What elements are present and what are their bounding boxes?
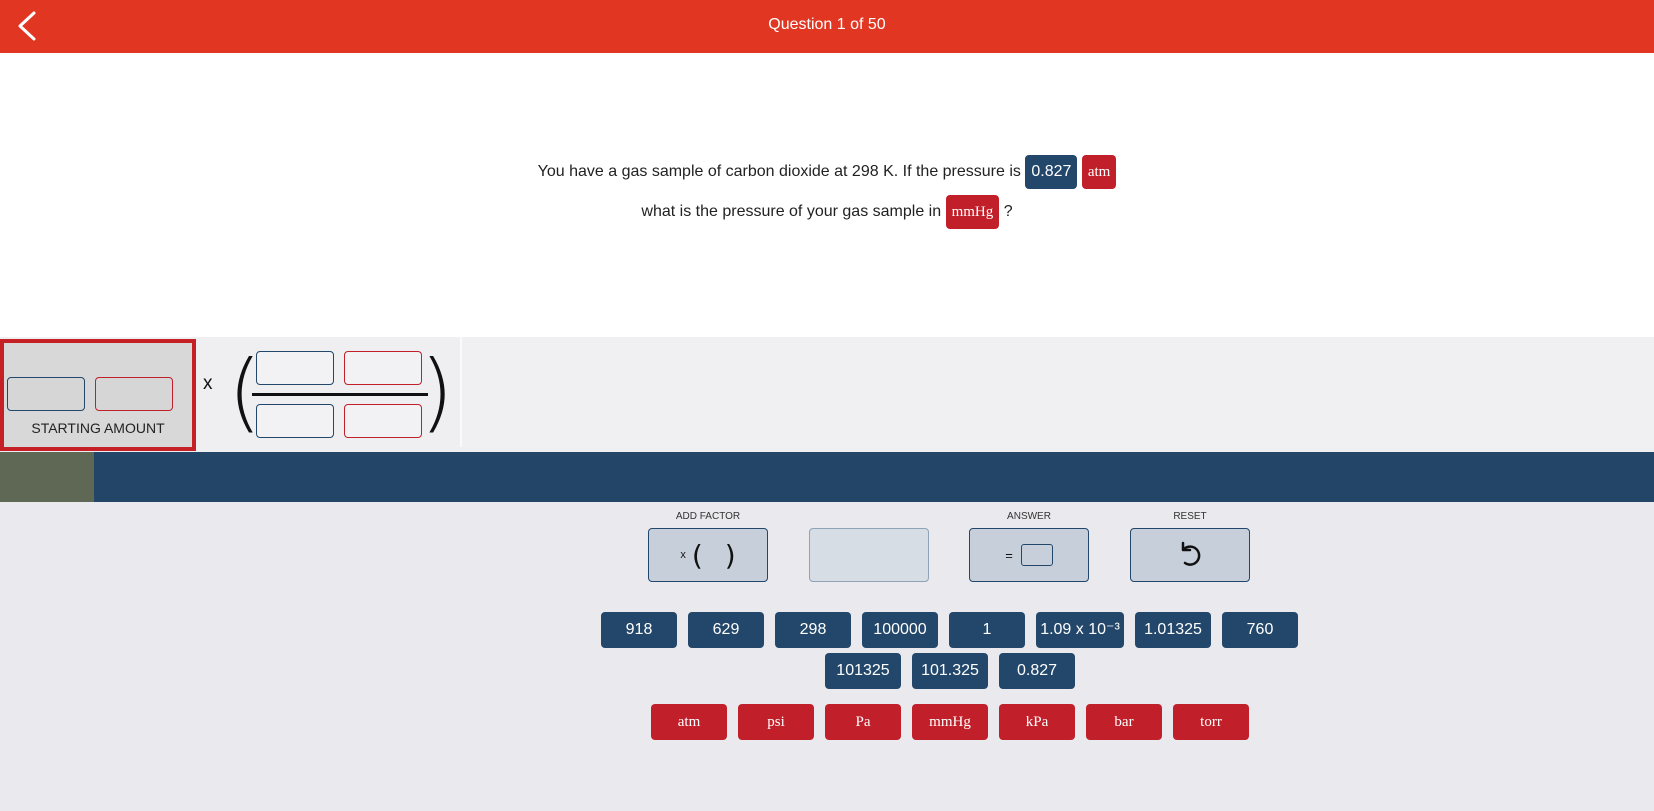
number-tile-918[interactable]: 918 [601,612,677,648]
progress-fill [0,452,95,502]
question-mark: ? [1003,203,1013,220]
undo-icon [1181,541,1201,566]
close-parenthesis: ) [420,342,454,442]
given-value-chip: 0.827 [1025,155,1078,189]
controls-panel: ADD FACTOR x ( ) ANSWER = RESET 918 629 … [0,502,1654,811]
number-tile-0-827[interactable]: 0.827 [999,653,1075,689]
add-factor-x: x [680,549,686,561]
add-factor-open: ( [691,538,703,572]
question-text-1: You have a gas sample of carbon dioxide … [537,163,1021,180]
number-tile-1-01325[interactable]: 1.01325 [1135,612,1211,648]
denominator-unit-slot[interactable] [344,404,422,438]
number-tile-100000[interactable]: 100000 [862,612,938,648]
numerator-unit-slot[interactable] [344,351,422,385]
add-factor-close: ) [724,538,736,572]
fraction-bar [252,393,428,396]
unit-tile-atm[interactable]: atm [651,704,727,740]
progress-bar [0,452,1654,502]
number-tile-1-09e-3[interactable]: 1.09 x 10⁻³ [1036,612,1124,648]
answer-box-icon [1020,544,1053,566]
multiply-symbol: x [203,373,213,394]
question-text-2: what is the pressure of your gas sample … [641,203,942,220]
denominator-value-slot[interactable] [256,404,334,438]
given-unit-chip: atm [1081,155,1117,189]
add-factor-label: ADD FACTOR [675,511,741,522]
unit-tile-torr[interactable]: torr [1173,704,1249,740]
answer-label: ANSWER [1007,511,1051,522]
empty-control-button [809,528,929,582]
dimensional-analysis-workspace: STARTING AMOUNT x ( ) [0,337,1654,452]
question-counter: Question 1 of 50 [768,16,886,33]
number-tile-101-325[interactable]: 101.325 [912,653,988,689]
starting-amount-label: STARTING AMOUNT [31,420,165,436]
unit-tile-pa[interactable]: Pa [825,704,901,740]
starting-amount-box[interactable]: STARTING AMOUNT [0,339,196,451]
number-tile-760[interactable]: 760 [1222,612,1298,648]
question-panel: You have a gas sample of carbon dioxide … [0,53,1654,337]
starting-unit-slot[interactable] [95,377,173,411]
question-line-2: what is the pressure of your gas sample … [0,195,1654,229]
workspace-empty-area [460,337,1654,447]
numerator-value-slot[interactable] [256,351,334,385]
top-bar: Question 1 of 50 [0,0,1654,53]
unit-tile-kpa[interactable]: kPa [999,704,1075,740]
starting-value-slot[interactable] [7,377,85,411]
unit-tile-mmhg[interactable]: mmHg [912,704,988,740]
equals-symbol: = [1005,547,1013,563]
answer-button[interactable]: = [969,528,1089,582]
reset-button[interactable] [1130,528,1250,582]
question-line-1: You have a gas sample of carbon dioxide … [0,155,1654,189]
target-unit-chip: mmHg [945,195,1000,229]
number-tile-101325[interactable]: 101325 [825,653,901,689]
add-factor-button[interactable]: x ( ) [648,528,768,582]
number-tile-298[interactable]: 298 [775,612,851,648]
unit-tile-psi[interactable]: psi [738,704,814,740]
reset-label: RESET [1173,511,1207,522]
number-tile-1[interactable]: 1 [949,612,1025,648]
number-tile-629[interactable]: 629 [688,612,764,648]
unit-tile-bar[interactable]: bar [1086,704,1162,740]
